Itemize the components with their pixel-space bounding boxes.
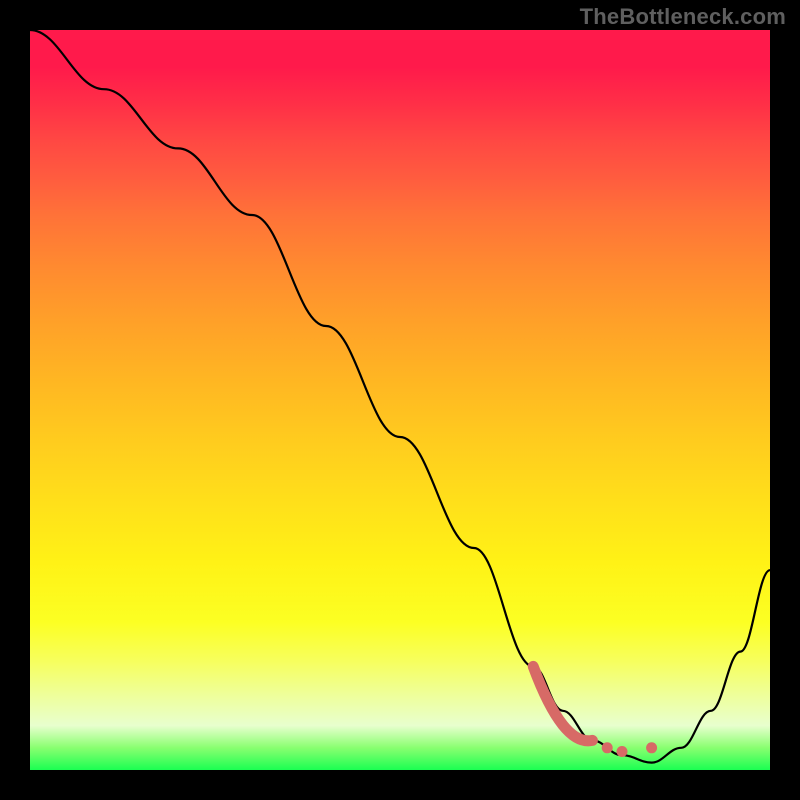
- sweet-spot-accent: [533, 666, 592, 740]
- accent-point: [646, 742, 657, 753]
- plot-svg: [30, 30, 770, 770]
- chart-container: TheBottleneck.com: [0, 0, 800, 800]
- watermark-text: TheBottleneck.com: [580, 4, 786, 30]
- accent-point: [617, 746, 628, 757]
- bottleneck-curve: [30, 30, 770, 763]
- plot-area: [30, 30, 770, 770]
- accent-point: [602, 742, 613, 753]
- accent-markers: [602, 742, 657, 757]
